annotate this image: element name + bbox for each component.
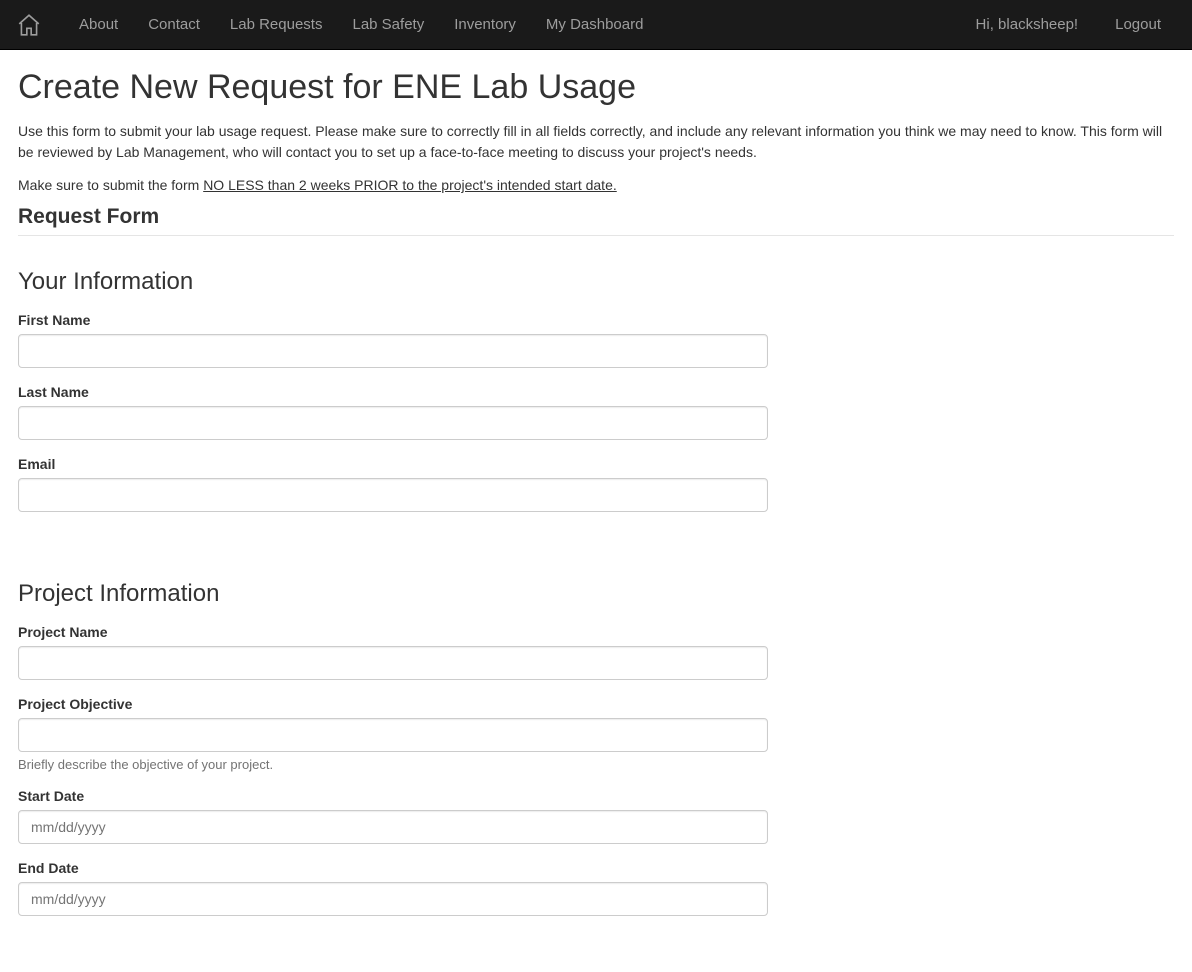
start-date-input[interactable] bbox=[18, 810, 768, 844]
project-name-label: Project Name bbox=[18, 624, 768, 640]
deadline-underlined: NO LESS than 2 weeks PRIOR to the projec… bbox=[203, 177, 617, 193]
navbar-left: About Contact Lab Requests Lab Safety In… bbox=[16, 1, 658, 48]
nav-lab-safety[interactable]: Lab Safety bbox=[337, 1, 439, 48]
end-date-group: End Date bbox=[18, 860, 768, 916]
nav-inventory[interactable]: Inventory bbox=[439, 1, 531, 48]
start-date-group: Start Date bbox=[18, 788, 768, 844]
email-input[interactable] bbox=[18, 478, 768, 512]
logout-link[interactable]: Logout bbox=[1100, 1, 1176, 48]
nav-lab-requests[interactable]: Lab Requests bbox=[215, 1, 338, 48]
email-group: Email bbox=[18, 456, 768, 512]
project-objective-group: Project Objective Briefly describe the o… bbox=[18, 696, 768, 772]
deadline-paragraph: Make sure to submit the form NO LESS tha… bbox=[18, 177, 1174, 193]
deadline-prefix: Make sure to submit the form bbox=[18, 177, 203, 193]
last-name-group: Last Name bbox=[18, 384, 768, 440]
project-objective-help: Briefly describe the objective of your p… bbox=[18, 757, 768, 772]
first-name-input[interactable] bbox=[18, 334, 768, 368]
email-label: Email bbox=[18, 456, 768, 472]
project-name-group: Project Name bbox=[18, 624, 768, 680]
first-name-label: First Name bbox=[18, 312, 768, 328]
nav-about[interactable]: About bbox=[64, 1, 133, 48]
your-information-header: Your Information bbox=[18, 268, 1174, 296]
nav-contact[interactable]: Contact bbox=[133, 1, 215, 48]
page-container: Create New Request for ENE Lab Usage Use… bbox=[0, 50, 1192, 972]
start-date-label: Start Date bbox=[18, 788, 768, 804]
top-navbar: About Contact Lab Requests Lab Safety In… bbox=[0, 0, 1192, 50]
intro-paragraph: Use this form to submit your lab usage r… bbox=[18, 121, 1174, 163]
nav-my-dashboard[interactable]: My Dashboard bbox=[531, 1, 659, 48]
project-objective-input[interactable] bbox=[18, 718, 768, 752]
project-information-header: Project Information bbox=[18, 580, 1174, 608]
page-title: Create New Request for ENE Lab Usage bbox=[18, 68, 1174, 107]
home-icon[interactable] bbox=[16, 12, 42, 38]
last-name-label: Last Name bbox=[18, 384, 768, 400]
end-date-label: End Date bbox=[18, 860, 768, 876]
project-objective-label: Project Objective bbox=[18, 696, 768, 712]
first-name-group: First Name bbox=[18, 312, 768, 368]
last-name-input[interactable] bbox=[18, 406, 768, 440]
greeting-text: Hi, blacksheep! bbox=[966, 1, 1089, 48]
project-name-input[interactable] bbox=[18, 646, 768, 680]
form-legend: Request Form bbox=[18, 205, 1174, 236]
navbar-right: Hi, blacksheep! Logout bbox=[966, 1, 1176, 48]
end-date-input[interactable] bbox=[18, 882, 768, 916]
